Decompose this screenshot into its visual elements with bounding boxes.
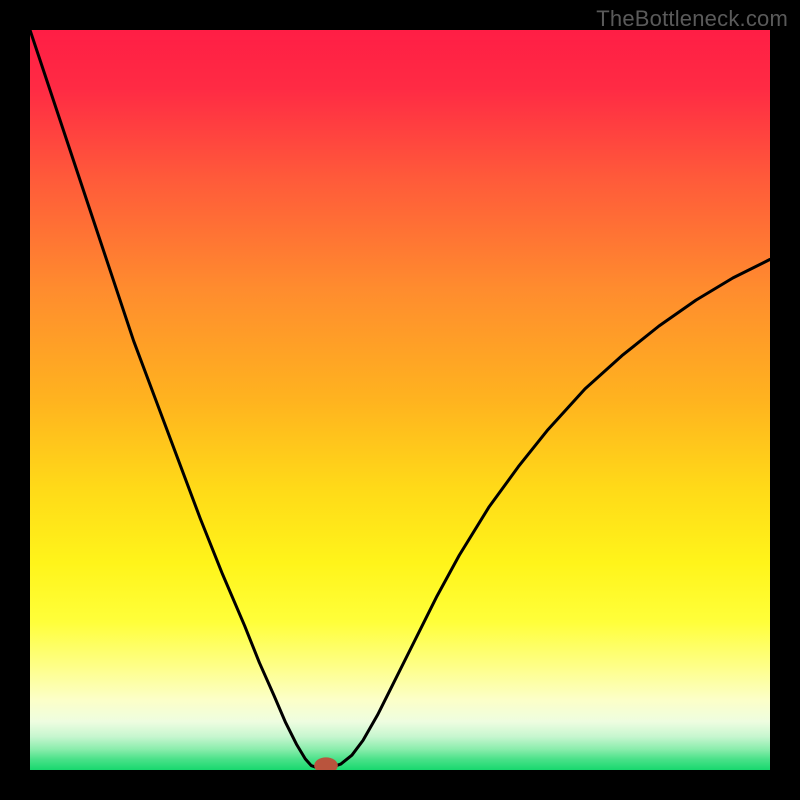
gradient-background [30,30,770,770]
watermark-text: TheBottleneck.com [596,6,788,32]
chart-svg [30,30,770,770]
plot-area [30,30,770,770]
chart-frame: TheBottleneck.com [0,0,800,800]
